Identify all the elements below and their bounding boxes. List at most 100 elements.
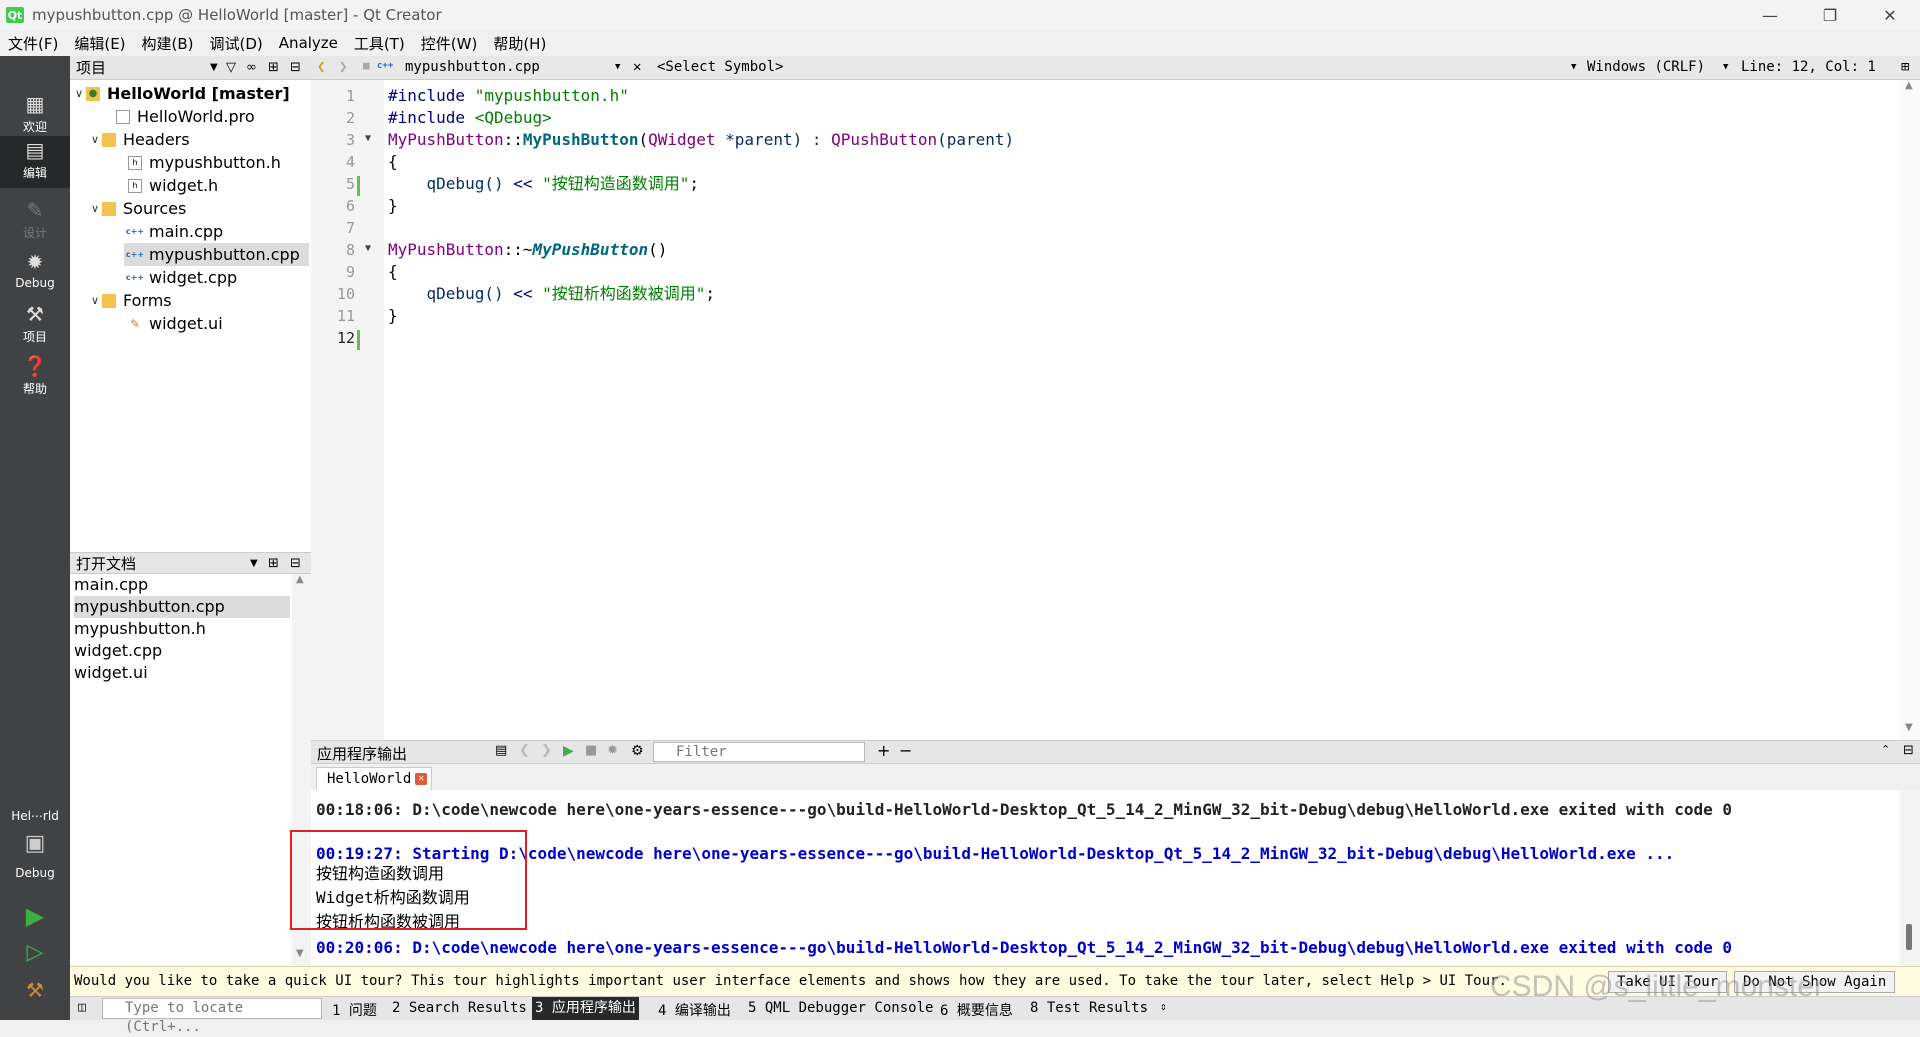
scroll-down-icon[interactable]: ▼ — [296, 948, 304, 959]
tree-folder-sources[interactable]: ∨ Sources — [88, 197, 186, 220]
chevron-down-icon[interactable]: ∨ — [72, 87, 86, 100]
open-doc-item[interactable]: mypushbutton.h — [74, 618, 290, 640]
output-scrollbar[interactable] — [1900, 790, 1920, 966]
chevron-down-icon[interactable]: ∨ — [88, 294, 102, 307]
tree-file-widget-h[interactable]: h widget.h — [128, 174, 218, 197]
tab-search-results[interactable]: 2 Search Results — [392, 1000, 527, 1016]
application-output[interactable]: 00:18:06: D:\code\newcode here\one-years… — [311, 790, 1900, 966]
menu-debug[interactable]: 调试(D) — [202, 33, 271, 54]
open-doc-item[interactable]: main.cpp — [74, 574, 290, 596]
link-icon[interactable]: ∞ — [246, 60, 257, 75]
fold-marker-icon[interactable]: ▼ — [365, 243, 371, 254]
output-tab-helloworld[interactable]: HelloWorld ✕ — [316, 767, 433, 790]
chevron-down-icon[interactable]: ∨ — [88, 133, 102, 146]
back-icon[interactable]: ❮ — [317, 59, 325, 75]
output-filter-input[interactable]: Filter — [653, 742, 865, 762]
tab-test-results[interactable]: 8 Test Results — [1030, 1000, 1148, 1016]
tree-file-mypushbutton-cpp[interactable]: c++ mypushbutton.cpp — [124, 243, 309, 266]
fold-marker-icon[interactable]: ▼ — [365, 133, 371, 144]
dropdown-arrow-icon[interactable]: ▼ — [250, 558, 258, 569]
close-tab-icon[interactable]: ✕ — [415, 773, 428, 785]
dropdown-arrow-icon[interactable]: ▼ — [210, 62, 218, 73]
rerun-icon[interactable]: ▶ — [563, 743, 574, 759]
mode-debug[interactable]: ✹ Debug — [0, 248, 70, 300]
mode-help[interactable]: ❓ 帮助 — [0, 352, 70, 404]
tree-project-root[interactable]: ∨ ● HelloWorld [master] — [72, 82, 290, 105]
zoom-out-icon[interactable]: − — [899, 741, 912, 760]
chevron-down-icon[interactable]: ∨ — [88, 202, 102, 215]
split-icon[interactable]: ⊞ — [1901, 59, 1909, 75]
minimize-icon[interactable]: — — [1740, 0, 1800, 30]
next-icon[interactable]: ❯ — [541, 743, 552, 758]
run-icon[interactable]: ▶ — [0, 902, 70, 930]
tab-compile-output[interactable]: 4 编译输出 — [658, 1000, 731, 1020]
forward-icon[interactable]: ❯ — [339, 59, 347, 75]
close-pane-icon[interactable]: ⊟ — [290, 60, 301, 75]
tab-general-messages[interactable]: 6 概要信息 — [940, 1000, 1013, 1020]
tree-file-pro[interactable]: HelloWorld.pro — [116, 105, 255, 128]
menu-edit[interactable]: 编辑(E) — [66, 33, 133, 54]
tree-folder-forms[interactable]: ∨ Forms — [88, 289, 172, 312]
menu-analyze[interactable]: Analyze — [271, 34, 346, 52]
tree-file-mypushbutton-h[interactable]: h mypushbutton.h — [128, 151, 281, 174]
line-ending-selector[interactable]: Windows (CRLF) — [1587, 59, 1705, 75]
menu-file[interactable]: 文件(F) — [0, 33, 66, 54]
line-ending-dropdown-icon[interactable]: ▼ — [1723, 62, 1728, 72]
scroll-up-icon[interactable]: ▲ — [296, 574, 304, 585]
open-doc-item[interactable]: widget.cpp — [74, 640, 290, 662]
menu-help[interactable]: 帮助(H) — [485, 33, 554, 54]
close-file-icon[interactable]: ✕ — [633, 59, 641, 75]
restore-icon[interactable]: ❐ — [1800, 0, 1860, 30]
code-line: #include <QDebug> — [388, 107, 552, 129]
tree-file-widget-cpp[interactable]: c++ widget.cpp — [126, 266, 237, 289]
scroll-down-icon[interactable]: ▼ — [1905, 722, 1913, 733]
tab-issues[interactable]: 1 问题 — [332, 1000, 377, 1020]
close-pane-icon[interactable]: ⊟ — [1903, 743, 1914, 758]
code-editor[interactable]: #include "mypushbutton.h" #include <QDeb… — [384, 80, 1900, 740]
attach-icon[interactable]: ▤ — [495, 743, 507, 758]
split-icon[interactable]: ⊞ — [268, 60, 279, 75]
mode-projects[interactable]: ⚒ 项目 — [0, 300, 70, 352]
cursor-position[interactable]: Line: 12, Col: 1 — [1741, 59, 1876, 75]
tab-application-output[interactable]: 3 应用程序输出 — [532, 997, 639, 1020]
editor-file-name[interactable]: mypushbutton.cpp — [405, 59, 540, 75]
file-dropdown-icon[interactable]: ▼ — [615, 62, 620, 72]
mode-design[interactable]: ✎ 设计 — [0, 196, 70, 248]
tab-qml-debugger-console[interactable]: 5 QML Debugger Console — [748, 1000, 933, 1016]
scroll-up-icon[interactable]: ▲ — [1905, 80, 1913, 91]
zoom-in-icon[interactable]: + — [877, 741, 890, 760]
open-doc-item[interactable]: widget.ui — [74, 662, 290, 684]
prev-icon[interactable]: ❮ — [519, 743, 530, 758]
open-doc-item[interactable]: mypushbutton.cpp — [74, 596, 290, 618]
scrollbar-thumb[interactable] — [1906, 924, 1912, 950]
close-pane-icon[interactable]: ⊟ — [290, 556, 301, 571]
menu-tools[interactable]: 工具(T) — [346, 33, 413, 54]
menu-build[interactable]: 构建(B) — [134, 33, 202, 54]
stop-icon[interactable]: ■ — [585, 743, 597, 758]
debug-icon[interactable]: ✹ — [607, 743, 618, 758]
maximize-pane-icon[interactable]: ⌃ — [1881, 743, 1890, 756]
mode-label: 帮助 — [22, 382, 47, 396]
mode-bar: ▦ 欢迎 ▤ 编辑 ✎ 设计 ✹ Debug ⚒ 项目 ❓ 帮助 Hel⋯rld… — [0, 56, 70, 1020]
mode-welcome[interactable]: ▦ 欢迎 — [0, 90, 70, 142]
tree-file-widget-ui[interactable]: ✎ widget.ui — [128, 312, 223, 335]
build-hammer-icon[interactable]: ⚒ — [0, 978, 70, 1002]
symbol-dropdown-icon[interactable]: ▼ — [1571, 62, 1576, 72]
tree-file-main-cpp[interactable]: c++ main.cpp — [126, 220, 223, 243]
tree-folder-headers[interactable]: ∨ Headers — [88, 128, 190, 151]
filter-icon[interactable]: ▽ — [226, 60, 236, 75]
debug-run-icon[interactable]: ▷ — [0, 940, 70, 965]
more-tabs-icon[interactable]: ⇕ — [1160, 1000, 1167, 1013]
locator-input[interactable]: Type to locate (Ctrl+... — [102, 998, 322, 1035]
close-icon[interactable]: ✕ — [1860, 0, 1920, 30]
editor-scrollbar[interactable]: ▲ ▼ — [1900, 80, 1920, 740]
mode-edit[interactable]: ▤ 编辑 — [0, 136, 70, 188]
line-number-gutter: 1 2 3 4 5 6 7 8 9 10 11 12 ▼ ▼ — [311, 80, 384, 740]
kit-build-config[interactable]: Debug — [0, 866, 70, 880]
settings-gear-icon[interactable]: ⚙ — [631, 743, 644, 759]
symbol-selector[interactable]: <Select Symbol> — [657, 59, 783, 75]
monitor-icon[interactable]: ▣ — [0, 831, 70, 856]
sidebar-toggle-icon[interactable]: ◫ — [78, 1000, 86, 1015]
menu-widgets[interactable]: 控件(W) — [413, 33, 486, 54]
split-icon[interactable]: ⊞ — [268, 556, 279, 571]
